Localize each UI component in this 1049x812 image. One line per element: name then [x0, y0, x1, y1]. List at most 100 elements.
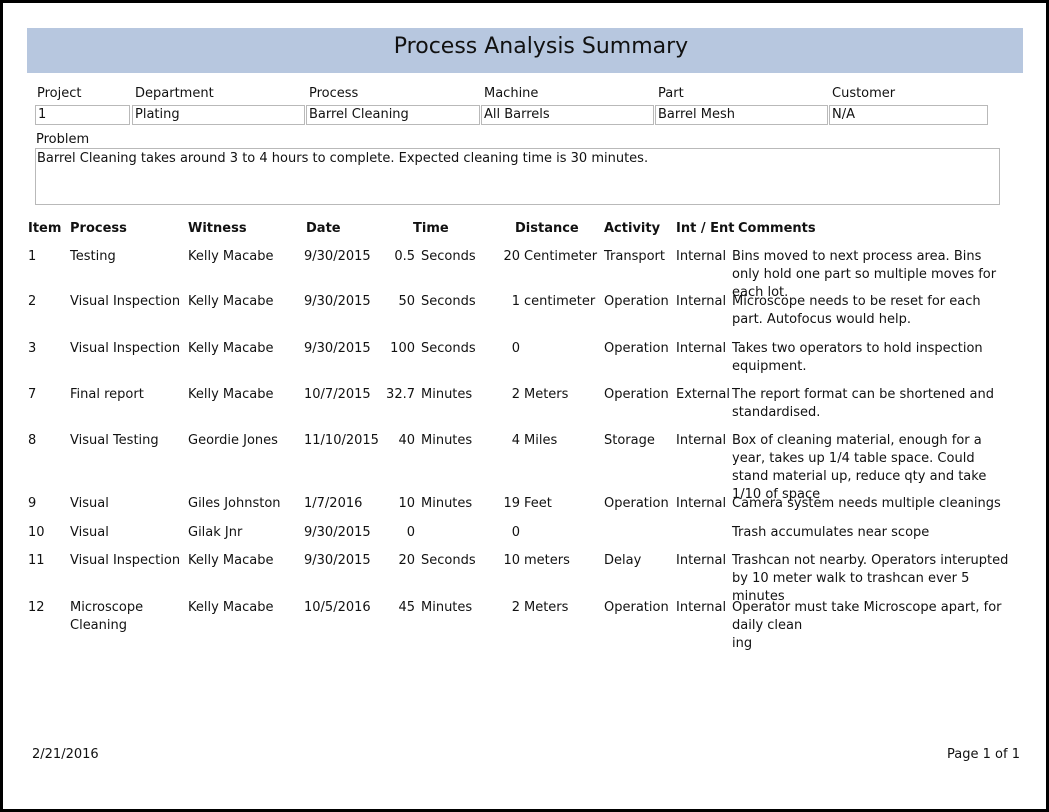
part-value: Barrel Mesh	[655, 105, 828, 125]
row-distance-unit: meters	[524, 553, 570, 568]
row-activity: Delay	[604, 553, 642, 568]
col-header-distance: Distance	[515, 221, 579, 236]
row-time-value: 0	[406, 525, 415, 540]
col-header-int-ent: Int / Ent	[676, 221, 735, 236]
process-value: Barrel Cleaning	[306, 105, 480, 125]
row-int-ent: Internal	[676, 496, 727, 511]
row-activity: Transport	[604, 249, 666, 264]
row-distance-unit: Miles	[524, 433, 558, 448]
row-comments: Trash accumulates near scope	[732, 525, 930, 540]
row-witness: Kelly Macabe	[188, 387, 274, 402]
row-activity: Storage	[604, 433, 655, 448]
department-label: Department	[135, 86, 214, 101]
row-date: 9/30/2015	[304, 553, 371, 568]
row-int-ent: Internal	[676, 249, 727, 264]
row-date: 10/7/2015	[304, 387, 371, 402]
row-time-unit: Minutes	[421, 496, 473, 511]
row-activity: Operation	[604, 294, 669, 309]
row-comments: The report format can be shortened and s…	[732, 387, 995, 420]
title-bar: Process Analysis Summary	[27, 28, 1023, 73]
problem-text: Barrel Cleaning takes around 3 to 4 hour…	[35, 148, 1000, 205]
col-header-date: Date	[306, 221, 341, 236]
row-distance-value: 2	[511, 387, 520, 402]
row-item: 7	[28, 387, 37, 402]
row-int-ent: Internal	[676, 600, 727, 615]
footer-date: 2/21/2016	[32, 747, 99, 762]
customer-value: N/A	[829, 105, 988, 125]
row-witness: Geordie Jones	[188, 433, 278, 448]
row-process: Visual Testing	[70, 433, 159, 448]
row-int-ent: Internal	[676, 294, 727, 309]
row-time-value: 20	[398, 553, 415, 568]
row-time-unit: Seconds	[421, 553, 476, 568]
row-witness: Kelly Macabe	[188, 249, 274, 264]
row-int-ent: Internal	[676, 553, 727, 568]
row-distance-value: 20	[503, 249, 520, 264]
col-header-activity: Activity	[604, 221, 661, 236]
row-date: 1/7/2016	[304, 496, 363, 511]
row-activity: Operation	[604, 341, 669, 356]
row-date: 10/5/2016	[304, 600, 371, 615]
row-item: 10	[28, 525, 45, 540]
row-distance-value: 4	[511, 433, 520, 448]
department-value: Plating	[132, 105, 305, 125]
row-distance-unit: Centimeter	[524, 249, 598, 264]
row-distance-value: 2	[511, 600, 520, 615]
col-header-comments: Comments	[738, 221, 816, 236]
row-item: 9	[28, 496, 37, 511]
row-distance-value: 10	[503, 553, 520, 568]
row-item: 8	[28, 433, 37, 448]
row-date: 9/30/2015	[304, 525, 371, 540]
row-comments: Box of cleaning material, enough for a y…	[732, 433, 987, 502]
row-witness: Kelly Macabe	[188, 341, 274, 356]
col-header-item: Item	[28, 221, 62, 236]
row-process: Visual Inspection	[70, 341, 181, 356]
row-time-value: 0.5	[394, 249, 415, 264]
row-time-value: 100	[390, 341, 415, 356]
col-header-process: Process	[70, 221, 127, 236]
project-value: 1	[35, 105, 130, 125]
row-time-value: 32.7	[386, 387, 415, 402]
process-label: Process	[309, 86, 359, 101]
row-process: Visual Inspection	[70, 294, 181, 309]
row-time-unit: Seconds	[421, 294, 476, 309]
row-time-unit: Minutes	[421, 387, 473, 402]
row-time-unit: Seconds	[421, 341, 476, 356]
row-int-ent: Internal	[676, 433, 727, 448]
machine-value: All Barrels	[481, 105, 654, 125]
row-time-value: 50	[398, 294, 415, 309]
row-activity: Operation	[604, 496, 669, 511]
row-process: Microscope Cleaning	[70, 600, 144, 633]
row-date: 9/30/2015	[304, 294, 371, 309]
machine-label: Machine	[484, 86, 539, 101]
row-comments: Operator must take Microscope apart, for…	[732, 600, 1002, 651]
row-process: Final report	[70, 387, 144, 402]
row-item: 11	[28, 553, 45, 568]
footer-page-number: Page 1 of 1	[947, 747, 1020, 762]
row-activity: Operation	[604, 600, 669, 615]
row-distance-unit: Feet	[524, 496, 552, 511]
row-distance-value: 0	[511, 525, 520, 540]
row-process: Visual	[70, 525, 109, 540]
row-date: 9/30/2015	[304, 341, 371, 356]
row-distance-value: 19	[503, 496, 520, 511]
row-witness: Kelly Macabe	[188, 553, 274, 568]
row-time-value: 45	[398, 600, 415, 615]
row-process: Testing	[70, 249, 116, 264]
col-header-time: Time	[413, 221, 449, 236]
part-label: Part	[658, 86, 684, 101]
row-distance-value: 0	[511, 341, 520, 356]
row-time-value: 40	[398, 433, 415, 448]
row-witness: Giles Johnston	[188, 496, 281, 511]
row-date: 11/10/2015	[304, 433, 379, 448]
row-int-ent: Internal	[676, 341, 727, 356]
project-label: Project	[37, 86, 82, 101]
row-witness: Kelly Macabe	[188, 600, 274, 615]
row-activity: Operation	[604, 387, 669, 402]
row-time-unit: Minutes	[421, 433, 473, 448]
row-item: 12	[28, 600, 45, 615]
row-comments: Takes two operators to hold inspection e…	[732, 341, 983, 374]
row-witness: Kelly Macabe	[188, 294, 274, 309]
row-date: 9/30/2015	[304, 249, 371, 264]
row-int-ent: External	[676, 387, 730, 402]
